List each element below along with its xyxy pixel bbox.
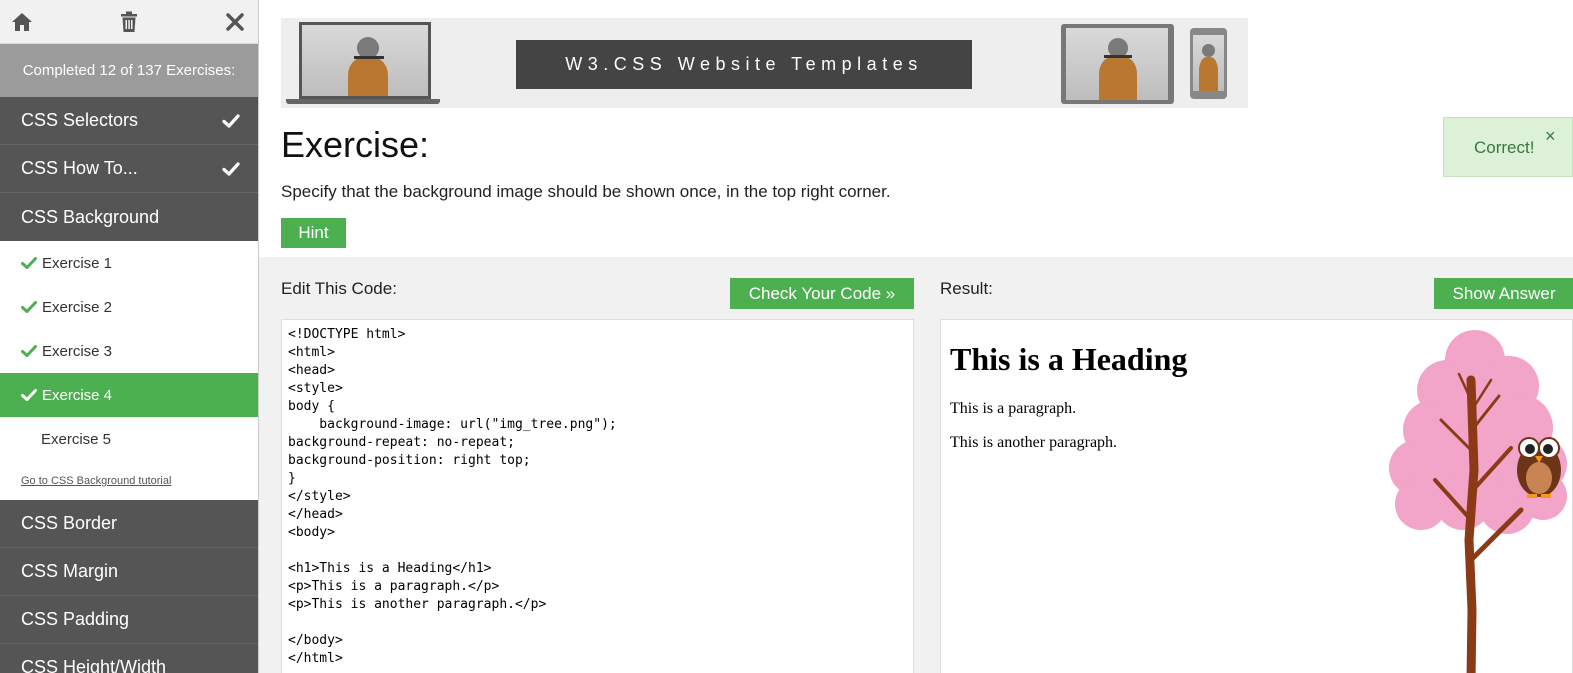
check-code-button[interactable]: Check Your Code » bbox=[730, 278, 914, 309]
sidebar-item-css-height-width[interactable]: CSS Height/Width bbox=[0, 644, 258, 673]
tablet-mockup-image bbox=[1061, 24, 1174, 104]
code-line: <h1>This is a Heading</h1> bbox=[288, 561, 492, 576]
result-paragraph: This is another paragraph. bbox=[950, 434, 1118, 451]
phone-mockup-image bbox=[1190, 28, 1227, 99]
result-label: Result: bbox=[940, 279, 993, 298]
close-icon[interactable]: × bbox=[1545, 126, 1556, 147]
ad-banner[interactable]: W3.CSS Website Templates bbox=[281, 18, 1248, 108]
sidebar-item-css-padding[interactable]: CSS Padding bbox=[0, 596, 258, 644]
exercise-item-2[interactable]: Exercise 2 bbox=[0, 285, 258, 329]
check-icon bbox=[21, 257, 37, 269]
exercise-title: Exercise: bbox=[281, 124, 430, 165]
exercise-item-label: Exercise 3 bbox=[42, 342, 113, 360]
home-icon[interactable] bbox=[10, 10, 34, 34]
banner-title[interactable]: W3.CSS Website Templates bbox=[516, 40, 972, 89]
exercise-instruction: Specify that the background image should… bbox=[281, 182, 891, 201]
progress-text: Completed 12 of 137 Exercises: bbox=[0, 43, 258, 97]
exercise-item-4[interactable]: Exercise 4 bbox=[0, 373, 258, 417]
sidebar-item-label: CSS Margin bbox=[21, 561, 119, 581]
exercise-workspace: Edit This Code: Check Your Code » Result… bbox=[259, 257, 1573, 673]
check-icon bbox=[222, 113, 240, 128]
sidebar-item-label: CSS How To... bbox=[21, 158, 138, 178]
close-icon[interactable] bbox=[223, 10, 247, 34]
result-paragraph: This is a paragraph. bbox=[950, 400, 1077, 417]
exercise-item-1[interactable]: Exercise 1 bbox=[0, 241, 258, 285]
exercise-list: Exercise 1 Exercise 2 Exercise 3 Exercis… bbox=[0, 241, 258, 500]
exercise-item-label: Exercise 5 bbox=[41, 430, 112, 448]
result-frame: This is a Heading This is a paragraph. T… bbox=[940, 319, 1573, 673]
result-heading: This is a Heading bbox=[950, 341, 1188, 377]
exercise-item-5[interactable]: Exercise 5 bbox=[0, 417, 258, 461]
check-icon bbox=[21, 301, 37, 313]
check-icon bbox=[21, 345, 37, 357]
code-line: <body> bbox=[288, 525, 335, 540]
tree-illustration bbox=[1389, 330, 1567, 673]
exercise-item-3[interactable]: Exercise 3 bbox=[0, 329, 258, 373]
laptop-mockup-image bbox=[286, 22, 440, 104]
sidebar: Completed 12 of 137 Exercises: CSS Selec… bbox=[0, 0, 259, 673]
code-line: <html> bbox=[288, 345, 335, 360]
exercise-item-label: Exercise 2 bbox=[42, 298, 113, 316]
code-line: </head> bbox=[288, 507, 343, 522]
sidebar-item-css-background[interactable]: CSS Background bbox=[0, 193, 258, 241]
exercise-item-label: Exercise 4 bbox=[42, 386, 113, 404]
code-line: } bbox=[288, 471, 296, 486]
editor-label: Edit This Code: bbox=[281, 279, 397, 298]
code-line: </style> bbox=[288, 489, 351, 504]
code-line: <p>This is another paragraph.</p> bbox=[288, 597, 547, 612]
check-icon bbox=[21, 389, 37, 401]
code-line: <style> bbox=[288, 381, 343, 396]
correct-notification: Correct! × bbox=[1443, 117, 1573, 177]
sidebar-item-css-border[interactable]: CSS Border bbox=[0, 500, 258, 548]
exercise-item-label: Exercise 1 bbox=[42, 254, 113, 272]
sidebar-item-label: CSS Height/Width bbox=[21, 657, 167, 673]
code-line: </body> bbox=[288, 633, 343, 648]
sidebar-item-label: CSS Border bbox=[21, 513, 118, 533]
sidebar-item-label: CSS Padding bbox=[21, 609, 130, 629]
code-line: background-repeat: no-repeat; bbox=[288, 435, 515, 450]
code-line: body { bbox=[288, 399, 335, 414]
tutorial-link[interactable]: Go to CSS Background tutorial bbox=[0, 461, 258, 500]
sidebar-item-css-margin[interactable]: CSS Margin bbox=[0, 548, 258, 596]
code-editor[interactable]: <!DOCTYPE html> <html> <head> <style> body {… bbox=[281, 319, 914, 673]
check-icon bbox=[222, 161, 240, 176]
sidebar-toolbar bbox=[0, 0, 258, 43]
code-line: background-position: right top; bbox=[288, 453, 531, 468]
owl-icon bbox=[1517, 437, 1561, 498]
show-answer-button[interactable]: Show Answer bbox=[1434, 278, 1573, 309]
code-line: </html> bbox=[288, 651, 343, 666]
trash-icon[interactable] bbox=[117, 10, 141, 34]
sidebar-item-css-selectors[interactable]: CSS Selectors bbox=[0, 97, 258, 145]
hint-button[interactable]: Hint bbox=[281, 218, 346, 248]
code-line: <head> bbox=[288, 363, 335, 378]
code-line: background-image: url("img_tree.png"); bbox=[288, 417, 617, 432]
sidebar-item-css-how-to[interactable]: CSS How To... bbox=[0, 145, 258, 193]
sidebar-item-label: CSS Selectors bbox=[21, 110, 139, 130]
notification-text: Correct! bbox=[1474, 138, 1535, 157]
code-line: <!DOCTYPE html> bbox=[288, 327, 406, 342]
code-line: <p>This is a paragraph.</p> bbox=[288, 579, 500, 594]
sidebar-item-label: CSS Background bbox=[21, 206, 160, 227]
